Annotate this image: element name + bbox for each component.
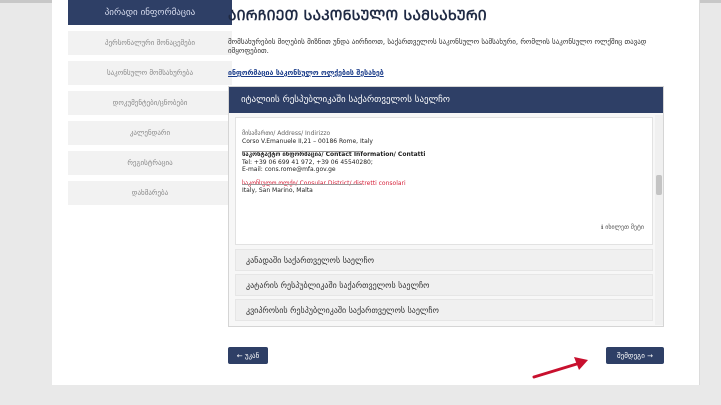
sidebar-item-label: კალენდარი — [129, 129, 171, 137]
intro-text: მომსახურების მიღების მიზნით უნდა აირჩიოთ… — [228, 38, 647, 55]
sidebar-item-documents[interactable]: დოკუმენტები/ცნობები — [68, 91, 232, 115]
sidebar-item-personal-data[interactable]: პერსონალური მონაცემები — [68, 31, 232, 55]
sidebar: პირადი ინფორმაცია პერსონალური მონაცემები… — [68, 0, 232, 205]
accordion-scrollbar[interactable] — [655, 115, 663, 325]
contact-email[interactable]: E-mail: cons.rome@mfa.gov.ge — [242, 166, 642, 174]
sidebar-item-label: დახმარება — [131, 189, 169, 197]
page-title: ᲐᲘᲠᲩᲘᲔᲗ ᲡᲐᲙᲝᲜᲡᲣᲚᲝ ᲡᲐᲛᲡᲐᲮᲣᲠᲘ — [228, 8, 487, 24]
address-label: მისამართი/ Address/ Indirizzo — [242, 130, 331, 137]
accordion-item-label: კვიპროსის რესპუბლიკაში საქართველოს საელჩ… — [246, 305, 439, 315]
annotation-arrow-icon — [532, 357, 588, 379]
scrollbar-thumb[interactable] — [656, 175, 662, 195]
see-more-link[interactable]: ℹ იხილეთ მეტი — [601, 224, 644, 231]
sidebar-item-registration[interactable]: რეგისტრაცია — [68, 151, 232, 175]
district-value: Italy, San Marino, Malta — [242, 187, 313, 194]
accordion-item-label: კანადაში საქართველოს საელჩო — [246, 255, 374, 265]
sidebar-item-help[interactable]: დახმარება — [68, 181, 232, 205]
next-button[interactable]: შემდეგი → — [606, 347, 664, 364]
back-button[interactable]: ← უკან — [228, 347, 268, 364]
accordion-item-cyprus[interactable]: კვიპროსის რესპუბლიკაში საქართველოს საელჩ… — [235, 299, 653, 321]
sidebar-item-consular-services[interactable]: საკონსულო მომსახურება — [68, 61, 232, 85]
sidebar-header[interactable]: პირადი ინფორმაცია — [68, 0, 232, 25]
divider — [242, 184, 362, 185]
sidebar-item-label: პერსონალური მონაცემები — [105, 39, 195, 47]
divider — [242, 151, 362, 152]
accordion-item-label: კატარის რესპუბლიკაში საქართველოს საელჩო — [246, 280, 430, 290]
page-container: პირადი ინფორმაცია პერსონალური მონაცემები… — [52, 0, 700, 385]
sidebar-item-label: რეგისტრაცია — [127, 159, 173, 167]
sidebar-item-label: დოკუმენტები/ცნობები — [112, 99, 188, 107]
consular-district-info-link[interactable]: ინფორმაცია საკონსულო ოლქების შესახებ — [228, 69, 384, 77]
contact-label: საკონტაქტო ინფორმაცია/ Contact Informati… — [242, 151, 426, 158]
contact-tel: Tel: +39 06 699 41 972, +39 06 45540280; — [242, 158, 373, 166]
accordion-panel-italy: მისამართი/ Address/ Indirizzo Corso V.Em… — [235, 117, 653, 245]
accordion-item-canada[interactable]: კანადაში საქართველოს საელჩო — [235, 249, 653, 271]
consulate-accordion: იტალიის რესპუბლიკაში საქართველოს საელჩო … — [228, 86, 664, 327]
sidebar-item-label: საკონსულო მომსახურება — [106, 69, 194, 77]
sidebar-item-calendar[interactable]: კალენდარი — [68, 121, 232, 145]
address-value: Corso V.Emanuele II,21 – 00186 Rome, Ita… — [242, 137, 373, 145]
accordion-item-qatar[interactable]: კატარის რესპუბლიკაში საქართველოს საელჩო — [235, 274, 653, 296]
accordion-header-italy[interactable]: იტალიის რესპუბლიკაში საქართველოს საელჩო — [229, 87, 663, 113]
